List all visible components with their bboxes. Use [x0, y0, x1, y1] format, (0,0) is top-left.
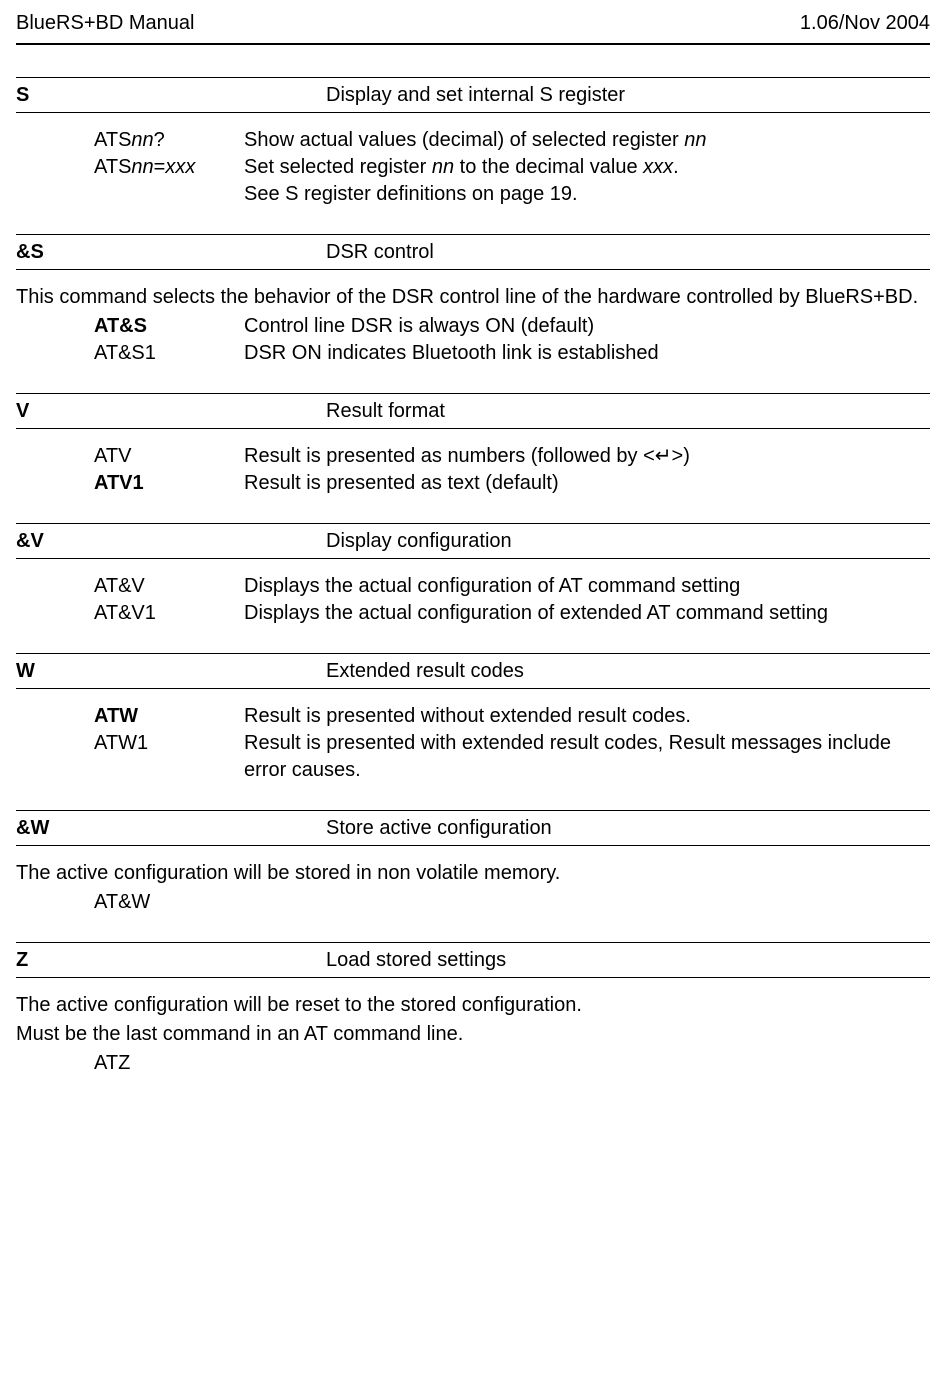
cmd-atsnn-q: ATSnn?	[94, 127, 244, 154]
cmd-desc: Control line DSR is always ON (default)	[244, 313, 930, 340]
cmd-atampw: AT&W	[94, 889, 244, 916]
desc-ital: nn	[432, 156, 454, 178]
section-letter: W	[16, 658, 326, 685]
section-w-body: ATW Result is presented without extended…	[16, 703, 930, 784]
section-letter: Z	[16, 947, 326, 974]
cmd-row: ATSnn? Show actual values (decimal) of s…	[94, 127, 930, 154]
cmd-row: AT&V1 Displays the actual configuration …	[94, 600, 930, 627]
cmd-blank	[94, 181, 244, 208]
cmd-row: ATV1 Result is presented as text (defaul…	[94, 470, 930, 497]
desc-ital2: xxx	[643, 156, 673, 178]
cmd-atv1: ATV1	[94, 470, 244, 497]
cmd-desc: Displays the actual configuration of ext…	[244, 600, 930, 627]
section-z-header: Z Load stored settings	[16, 943, 930, 978]
cmd-desc: Show actual values (decimal) of selected…	[244, 127, 930, 154]
section-amps-body: This command selects the behavior of the…	[16, 284, 930, 367]
cmd-desc: Displays the actual configuration of AT …	[244, 573, 930, 600]
cmd-atw1: ATW1	[94, 730, 244, 784]
desc-ital: nn	[684, 129, 706, 151]
cmd-row: AT&V Displays the actual configuration o…	[94, 573, 930, 600]
section-title: Extended result codes	[326, 658, 524, 685]
doc-title: BlueRS+BD Manual	[16, 10, 194, 37]
section-title: Result format	[326, 398, 445, 425]
cmd-desc	[244, 1050, 930, 1077]
cmd-atw: ATW	[94, 703, 244, 730]
cmd-desc: Result is presented as text (default)	[244, 470, 930, 497]
section-ampv-header: &V Display configuration	[16, 524, 930, 559]
section-letter: V	[16, 398, 326, 425]
section-letter: &S	[16, 239, 326, 266]
cmd-post: ?	[154, 129, 165, 151]
desc-pre: Set selected register	[244, 156, 432, 178]
section-z-body: The active configuration will be reset t…	[16, 992, 930, 1077]
cmd-atampv1: AT&V1	[94, 600, 244, 627]
cmd-atamps: AT&S	[94, 313, 244, 340]
desc-post: .	[673, 156, 679, 178]
cmd-desc: Set selected register nn to the decimal …	[244, 154, 930, 181]
cmd-row: AT&W	[94, 889, 930, 916]
cmd-pre: ATS	[94, 129, 131, 151]
doc-version: 1.06/Nov 2004	[800, 10, 930, 37]
cmd-row: ATW1 Result is presented with extended r…	[94, 730, 930, 784]
cmd-atampv: AT&V	[94, 573, 244, 600]
cmd-ital2: xxx	[165, 156, 195, 178]
cmd-desc: See S register definitions on page 19.	[244, 181, 930, 208]
section-w-header: W Extended result codes	[16, 654, 930, 689]
section-intro: The active configuration will be stored …	[16, 860, 930, 887]
desc-pre: Show actual values (decimal) of selected…	[244, 129, 684, 151]
section-title: Display and set internal S register	[326, 82, 625, 109]
section-letter: S	[16, 82, 326, 109]
cmd-atv: ATV	[94, 443, 244, 470]
section-letter: &V	[16, 528, 326, 555]
cmd-desc: Result is presented as numbers (followed…	[244, 443, 930, 470]
section-letter: &W	[16, 815, 326, 842]
section-extra: Must be the last command in an AT comman…	[16, 1021, 930, 1048]
title-rule	[16, 43, 930, 45]
section-v-body: ATV Result is presented as numbers (foll…	[16, 443, 930, 497]
section-s-header: S Display and set internal S register	[16, 78, 930, 113]
cmd-ital: nn	[131, 129, 153, 151]
cmd-atamps1: AT&S1	[94, 340, 244, 367]
cmd-row: AT&S Control line DSR is always ON (defa…	[94, 313, 930, 340]
cmd-row: ATW Result is presented without extended…	[94, 703, 930, 730]
cmd-ital: nn	[131, 156, 153, 178]
cmd-desc: Result is presented without extended res…	[244, 703, 930, 730]
cmd-row: See S register definitions on page 19.	[94, 181, 930, 208]
section-s-body: ATSnn? Show actual values (decimal) of s…	[16, 127, 930, 208]
section-ampw-header: &W Store active configuration	[16, 811, 930, 846]
section-title: Load stored settings	[326, 947, 506, 974]
cmd-row: AT&S1 DSR ON indicates Bluetooth link is…	[94, 340, 930, 367]
cmd-row: ATZ	[94, 1050, 930, 1077]
cmd-desc: DSR ON indicates Bluetooth link is estab…	[244, 340, 930, 367]
cmd-desc: Result is presented with extended result…	[244, 730, 930, 784]
cmd-desc	[244, 889, 930, 916]
cmd-mid: =	[154, 156, 166, 178]
section-title: Store active configuration	[326, 815, 552, 842]
page-header: BlueRS+BD Manual 1.06/Nov 2004	[16, 10, 930, 37]
section-title: DSR control	[326, 239, 434, 266]
section-intro: This command selects the behavior of the…	[16, 284, 930, 311]
section-ampw-body: The active configuration will be stored …	[16, 860, 930, 916]
section-amps-header: &S DSR control	[16, 235, 930, 270]
section-intro: The active configuration will be reset t…	[16, 992, 930, 1019]
cmd-pre: ATS	[94, 156, 131, 178]
cmd-atz: ATZ	[94, 1050, 244, 1077]
desc-mid: to the decimal value	[454, 156, 643, 178]
section-v-header: V Result format	[16, 394, 930, 429]
cmd-atsnn-eq: ATSnn=xxx	[94, 154, 244, 181]
cmd-row: ATV Result is presented as numbers (foll…	[94, 443, 930, 470]
section-title: Display configuration	[326, 528, 512, 555]
section-ampv-body: AT&V Displays the actual configuration o…	[16, 573, 930, 627]
cmd-row: ATSnn=xxx Set selected register nn to th…	[94, 154, 930, 181]
